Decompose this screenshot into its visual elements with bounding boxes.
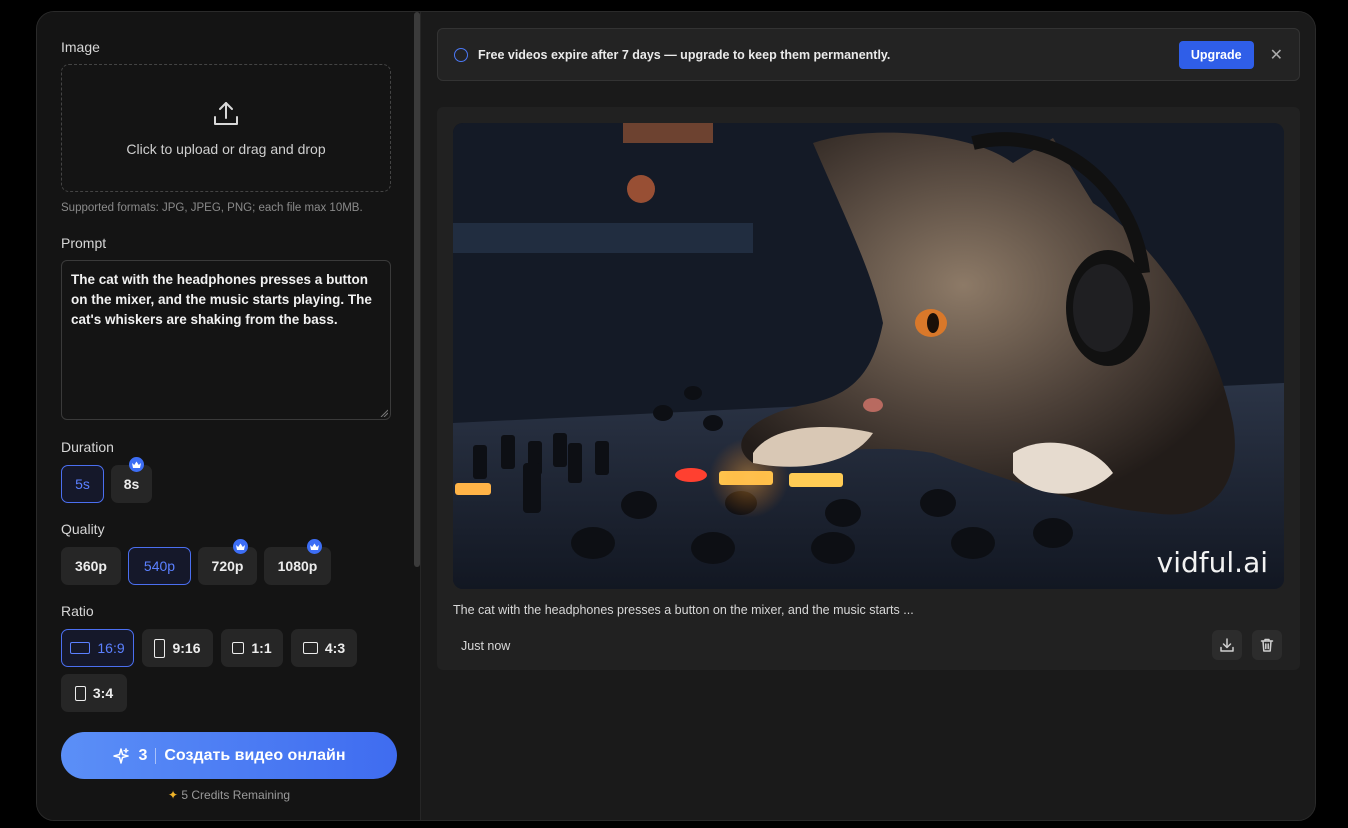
image-dropzone[interactable]: Click to upload or drag and drop <box>61 64 391 192</box>
settings-panel: Image Click to upload or drag and drop S… <box>37 12 421 820</box>
quality-option-360p[interactable]: 360p <box>61 547 121 585</box>
quality-option-1080p[interactable]: 1080p <box>264 539 331 585</box>
ratio-option-9-16[interactable]: 9:16 <box>142 629 213 667</box>
crown-icon <box>233 539 248 554</box>
ratio-square-icon <box>232 642 245 654</box>
video-caption: The cat with the headphones presses a bu… <box>453 603 914 617</box>
ratio-3-4-icon <box>74 685 86 701</box>
info-icon <box>454 47 468 62</box>
video-thumbnail[interactable]: vidful.ai <box>453 123 1284 589</box>
crown-icon <box>129 457 144 472</box>
cat-dj-image <box>453 123 1284 589</box>
video-timestamp: Just now <box>461 639 511 653</box>
video-result-card: vidful.ai The cat with the headphones pr… <box>437 107 1300 670</box>
ratio-4-3-icon <box>302 642 318 654</box>
resize-handle-icon[interactable] <box>380 409 388 417</box>
banner-message: Free videos expire after 7 days — upgrad… <box>478 47 891 62</box>
duration-option-5s[interactable]: 5s <box>61 465 104 503</box>
quality-option-720p[interactable]: 720p <box>198 539 257 585</box>
credits-remaining: ✦ 5 Credits Remaining <box>167 788 291 802</box>
generate-video-button[interactable]: 3 Создать видео онлайн <box>61 732 397 779</box>
ratio-option-16-9[interactable]: 16:9 <box>61 629 134 667</box>
upload-icon <box>214 102 238 125</box>
quality-option-540p[interactable]: 540p <box>128 547 191 585</box>
formats-hint: Supported formats: JPG, JPEG, PNG; each … <box>61 202 363 214</box>
star-icon: ✦ <box>167 788 178 802</box>
app-window: Image Click to upload or drag and drop S… <box>36 11 1316 821</box>
upgrade-button[interactable]: Upgrade <box>1178 40 1254 69</box>
separator <box>155 747 157 764</box>
ratio-landscape-icon <box>70 642 91 654</box>
close-icon[interactable]: ✕ <box>1270 45 1283 65</box>
duration-option-8s[interactable]: 8s <box>111 457 152 503</box>
ratio-option-1-1[interactable]: 1:1 <box>221 629 283 667</box>
download-icon <box>1220 638 1234 652</box>
ratio-label: Ratio <box>61 603 94 619</box>
generate-cost: 3 <box>138 746 148 764</box>
delete-button[interactable] <box>1252 630 1282 660</box>
download-button[interactable] <box>1212 630 1242 660</box>
expiry-banner: Free videos expire after 7 days — upgrad… <box>437 28 1300 81</box>
crown-icon <box>307 539 322 554</box>
ratio-option-4-3[interactable]: 4:3 <box>291 629 357 667</box>
quality-label: Quality <box>61 521 105 537</box>
duration-label: Duration <box>61 439 114 455</box>
image-label: Image <box>61 39 100 55</box>
ratio-option-3-4[interactable]: 3:4 <box>61 674 127 712</box>
watermark: vidful.ai <box>1156 546 1268 579</box>
prompt-textarea[interactable]: The cat with the headphones presses a bu… <box>61 260 391 420</box>
prompt-label: Prompt <box>61 235 107 251</box>
upload-text: Click to upload or drag and drop <box>126 141 326 157</box>
results-panel: Free videos expire after 7 days — upgrad… <box>421 12 1315 820</box>
ratio-portrait-icon <box>154 638 166 658</box>
sparkle-icon <box>113 747 130 764</box>
trash-icon <box>1260 638 1274 652</box>
generate-label: Создать видео онлайн <box>164 746 346 764</box>
prompt-text: The cat with the headphones presses a bu… <box>71 272 372 327</box>
